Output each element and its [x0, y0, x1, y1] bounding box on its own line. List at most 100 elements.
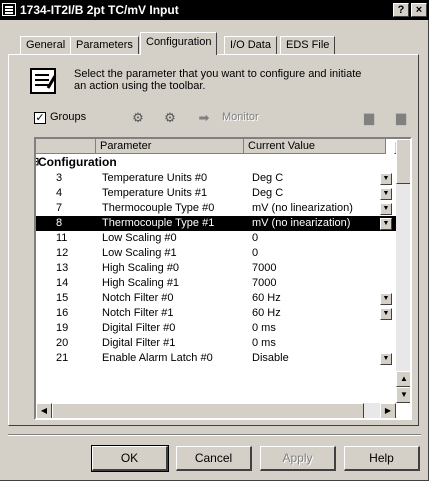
param-number: 8	[56, 217, 63, 229]
param-name: High Scaling #1	[102, 277, 180, 289]
param-value[interactable]: Deg C	[252, 171, 283, 186]
device-icon	[2, 3, 16, 16]
param-number: 16	[56, 307, 69, 319]
horizontal-scrollbar[interactable]: ◀ ▶	[36, 403, 396, 418]
groups-label[interactable]: Groups	[50, 111, 86, 123]
header-number[interactable]	[36, 139, 96, 154]
close-title-button[interactable]: ×	[411, 3, 427, 17]
param-name: Low Scaling #1	[102, 247, 177, 259]
param-number: 3	[56, 172, 63, 184]
cancel-button[interactable]: Cancel	[176, 446, 252, 471]
dialog-window: 1734-IT2I/B 2pt TC/mV Input ? × General …	[0, 0, 429, 481]
tab-parameters[interactable]: Parameters	[70, 36, 139, 54]
param-value[interactable]: mV (no inearization)	[252, 216, 350, 231]
header-current-value[interactable]: Current Value	[244, 139, 386, 154]
help-button[interactable]: Help	[344, 446, 420, 471]
divider	[8, 434, 421, 436]
upload-icon[interactable]: ⚙	[130, 111, 146, 125]
param-value[interactable]: Disable	[252, 351, 289, 366]
table-row[interactable]: 4 Temperature Units #1 Deg C ▼	[36, 186, 400, 201]
parameter-grid: Parameter Current Value ▼ ⊟ Configuratio…	[34, 137, 412, 420]
param-number: 21	[56, 352, 69, 364]
arrow-right-icon: ➡	[198, 110, 210, 125]
param-number: 15	[56, 292, 69, 304]
table-row[interactable]: 11 Low Scaling #0 0	[36, 231, 400, 246]
table-row[interactable]: 8 Thermocouple Type #1 mV (no inearization…	[36, 216, 400, 231]
param-name: Enable Alarm Latch #0	[102, 352, 213, 364]
value-dropdown-icon[interactable]: ▼	[380, 308, 392, 320]
param-number: 12	[56, 247, 69, 259]
param-name: Digital Filter #1	[102, 337, 176, 349]
tab-io-data[interactable]: I/O Data	[224, 36, 277, 54]
paste-icon[interactable]: ▆	[393, 111, 409, 125]
instruction-text: Select the parameter that you want to co…	[74, 68, 362, 92]
param-name: Thermocouple Type #0	[102, 202, 215, 214]
table-row[interactable]: 19 Digital Filter #0 0 ms	[36, 321, 400, 336]
monitor-button[interactable]: Monitor	[222, 111, 259, 123]
table-row[interactable]: 13 High Scaling #0 7000	[36, 261, 400, 276]
header-parameter[interactable]: Parameter	[96, 139, 244, 154]
param-name: Low Scaling #0	[102, 232, 177, 244]
tab-strip: General Parameters Configuration I/O Dat…	[0, 30, 429, 55]
scroll-right-icon[interactable]: ▶	[380, 403, 396, 418]
help-title-button[interactable]: ?	[393, 3, 409, 17]
param-value[interactable]: 60 Hz	[252, 306, 281, 321]
param-value[interactable]: 0 ms	[252, 321, 276, 336]
window-title: 1734-IT2I/B 2pt TC/mV Input	[20, 3, 179, 17]
value-dropdown-icon[interactable]: ▼	[380, 173, 392, 185]
param-number: 7	[56, 202, 63, 214]
group-row[interactable]: ⊟ Configuration	[36, 155, 400, 170]
value-dropdown-icon[interactable]: ▼	[380, 203, 392, 215]
copy-icon[interactable]: ▆	[361, 111, 377, 125]
value-dropdown-icon[interactable]: ▼	[380, 293, 392, 305]
param-value[interactable]: 7000	[252, 276, 276, 291]
param-value[interactable]: 7000	[252, 261, 276, 276]
param-number: 4	[56, 187, 63, 199]
param-number: 11	[56, 232, 68, 244]
download-icon[interactable]: ⚙	[162, 111, 178, 125]
group-label: Configuration	[38, 155, 117, 169]
table-row[interactable]: 12 Low Scaling #1 0	[36, 246, 400, 261]
param-value[interactable]: 0 ms	[252, 336, 276, 351]
table-row[interactable]: 15 Notch Filter #0 60 Hz ▼	[36, 291, 400, 306]
param-name: Notch Filter #1	[102, 307, 174, 319]
param-number: 19	[56, 322, 69, 334]
param-name: Temperature Units #0	[102, 172, 208, 184]
vertical-scrollbar[interactable]: ▲ ▼	[396, 139, 410, 403]
param-value[interactable]: 0	[252, 231, 258, 246]
value-dropdown-icon[interactable]: ▼	[380, 188, 392, 200]
table-row[interactable]: 21 Enable Alarm Latch #0 Disable ▼	[36, 351, 400, 366]
param-name: Digital Filter #0	[102, 322, 176, 334]
scroll-left-icon[interactable]: ◀	[36, 403, 52, 418]
table-row[interactable]: 14 High Scaling #1 7000	[36, 276, 400, 291]
param-name: High Scaling #0	[102, 262, 180, 274]
groups-checkbox[interactable]: ✓	[34, 112, 46, 124]
title-bar: 1734-IT2I/B 2pt TC/mV Input ? ×	[0, 0, 429, 20]
scroll-down-icon[interactable]: ▼	[396, 387, 410, 403]
vertical-scroll-thumb[interactable]	[396, 139, 410, 184]
tab-eds-file[interactable]: EDS File	[280, 36, 336, 54]
param-number: 14	[56, 277, 69, 289]
tab-general[interactable]: General	[20, 36, 72, 54]
scroll-up-icon[interactable]: ▲	[396, 371, 410, 387]
table-row[interactable]: 20 Digital Filter #1 0 ms	[36, 336, 400, 351]
value-dropdown-icon[interactable]: ▼	[380, 218, 392, 230]
param-value[interactable]: 0	[252, 246, 258, 261]
table-row[interactable]: 16 Notch Filter #1 60 Hz ▼	[36, 306, 400, 321]
param-name: Notch Filter #0	[102, 292, 174, 304]
tab-configuration[interactable]: Configuration	[140, 32, 218, 55]
param-name: Temperature Units #1	[102, 187, 208, 199]
value-dropdown-icon[interactable]: ▼	[380, 353, 392, 365]
param-value[interactable]: Deg C	[252, 186, 283, 201]
table-row[interactable]: 7 Thermocouple Type #0 mV (no linearizatio…	[36, 201, 400, 216]
apply-button[interactable]: Apply	[260, 446, 336, 471]
ok-button[interactable]: OK	[91, 445, 169, 472]
param-number: 13	[56, 262, 69, 274]
param-name: Thermocouple Type #1	[102, 217, 215, 229]
param-value[interactable]: 60 Hz	[252, 291, 281, 306]
horizontal-scroll-thumb[interactable]	[52, 403, 364, 418]
table-row[interactable]: 3 Temperature Units #0 Deg C ▼	[36, 171, 400, 186]
param-value[interactable]: mV (no linearization)	[252, 201, 353, 216]
param-number: 20	[56, 337, 69, 349]
configure-icon	[30, 68, 56, 94]
